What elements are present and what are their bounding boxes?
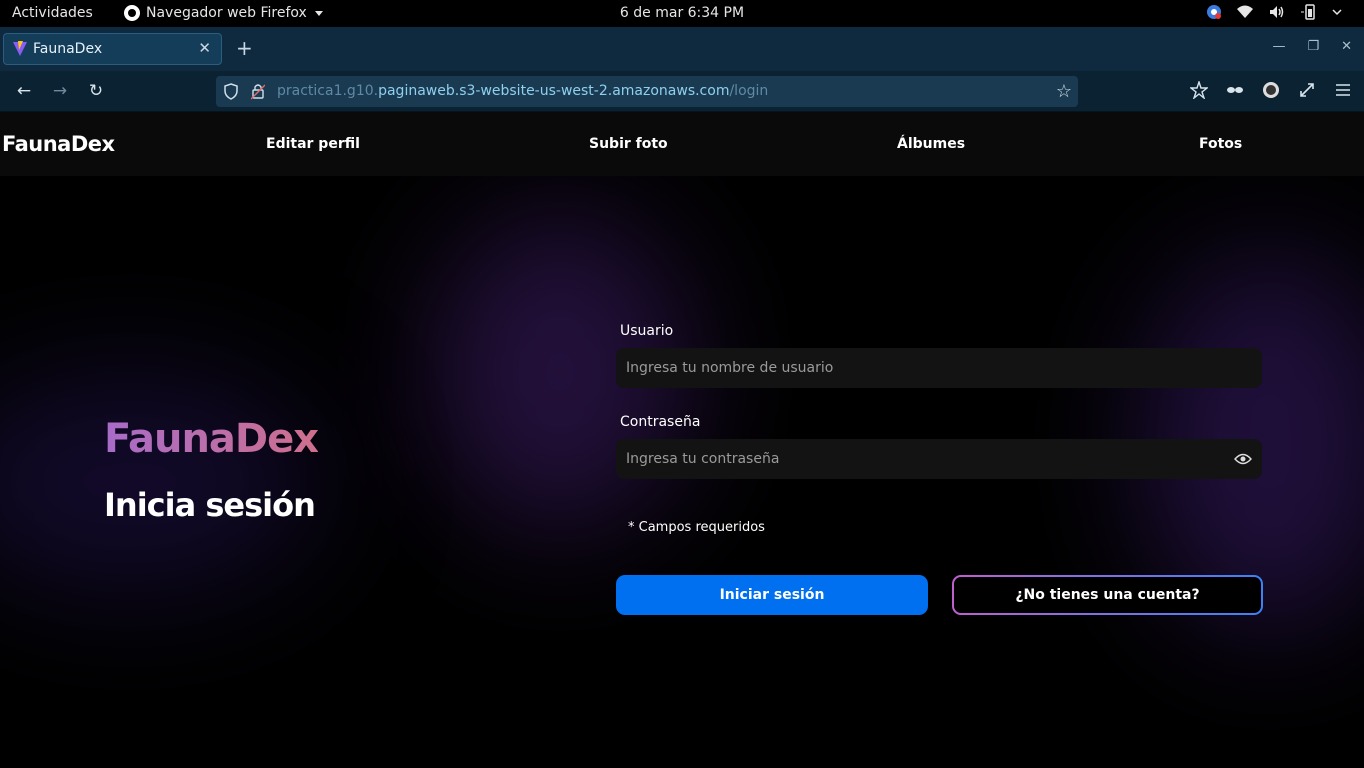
reload-icon[interactable]: ↻ [86,81,106,101]
volume-icon[interactable] [1268,4,1286,20]
minimize-icon[interactable]: — [1272,39,1285,54]
nav-link-upload-photo[interactable]: Subir foto [589,136,668,152]
nav-link-albums[interactable]: Álbumes [897,136,965,152]
battery-icon[interactable] [1300,4,1318,20]
url-prefix: practica1.g10. [277,83,379,99]
show-password-eye-icon[interactable] [1234,452,1252,466]
extension-mask-icon[interactable] [1226,81,1244,99]
site-navbar: FaunaDex Editar perfil Subir foto Álbume… [0,112,1364,176]
os-top-bar: Actividades Navegador web Firefox 6 de m… [0,0,1364,27]
browser-tab-faunadex[interactable]: FaunaDex ✕ [3,33,222,65]
nav-link-edit-profile[interactable]: Editar perfil [266,136,360,152]
browser-navigation-bar: ← → ↻ practica1.g10.paginaweb.s3-website… [0,71,1364,112]
background-glow-bottom-left [0,372,320,592]
password-input[interactable] [616,439,1262,479]
browser-tab-bar: FaunaDex ✕ + — ❐ ✕ [0,27,1364,71]
web-page: FaunaDex Editar perfil Subir foto Álbume… [0,112,1364,768]
close-tab-icon[interactable]: ✕ [198,39,211,57]
username-label: Usuario [620,323,674,339]
chevron-down-icon [314,10,323,16]
vite-favicon-icon [13,41,27,56]
tab-title: FaunaDex [33,41,103,57]
account-avatar-icon[interactable] [1262,81,1280,99]
site-brand-logo[interactable]: FaunaDex [2,132,115,156]
app-menu-label: Navegador web Firefox [146,5,307,21]
bookmark-star-icon[interactable]: ☆ [1056,81,1072,102]
chrome-status-icon[interactable] [1206,4,1222,20]
fullscreen-icon[interactable] [1298,81,1316,99]
close-window-icon[interactable]: ✕ [1341,39,1352,54]
url-text: practica1.g10.paginaweb.s3-website-us-we… [277,83,768,99]
hero-title: FaunaDex [104,416,319,462]
username-input[interactable] [616,348,1262,388]
tracking-protection-icon[interactable] [224,83,238,100]
url-path: /login [729,83,769,99]
new-tab-button[interactable]: + [236,37,253,59]
forward-icon[interactable]: → [50,81,70,101]
address-bar[interactable]: practica1.g10.paginaweb.s3-website-us-we… [216,76,1078,107]
back-icon[interactable]: ← [14,81,34,101]
required-fields-note: * Campos requeridos [628,520,765,535]
power-menu-icon[interactable] [1332,4,1342,20]
pocket-icon[interactable] [1190,81,1208,99]
app-menu[interactable]: Navegador web Firefox [124,5,323,21]
browser-toolbar-icons [1190,81,1352,99]
login-heading: Inicia sesión [104,486,316,524]
insecure-lock-icon[interactable] [251,83,265,100]
firefox-icon [124,5,140,21]
hamburger-menu-icon[interactable] [1334,81,1352,99]
login-button[interactable]: Iniciar sesión [616,575,928,615]
url-domain: paginaweb.s3-website-us-west-2.amazonaws… [378,83,730,99]
password-label: Contraseña [620,414,701,430]
wifi-icon[interactable] [1236,4,1254,20]
nav-link-photos[interactable]: Fotos [1199,136,1242,152]
activities-button[interactable]: Actividades [12,5,93,21]
window-controls: — ❐ ✕ [1272,39,1352,54]
restore-icon[interactable]: ❐ [1307,39,1319,54]
register-button[interactable]: ¿No tienes una cuenta? [952,575,1263,615]
system-tray[interactable] [1206,4,1342,20]
